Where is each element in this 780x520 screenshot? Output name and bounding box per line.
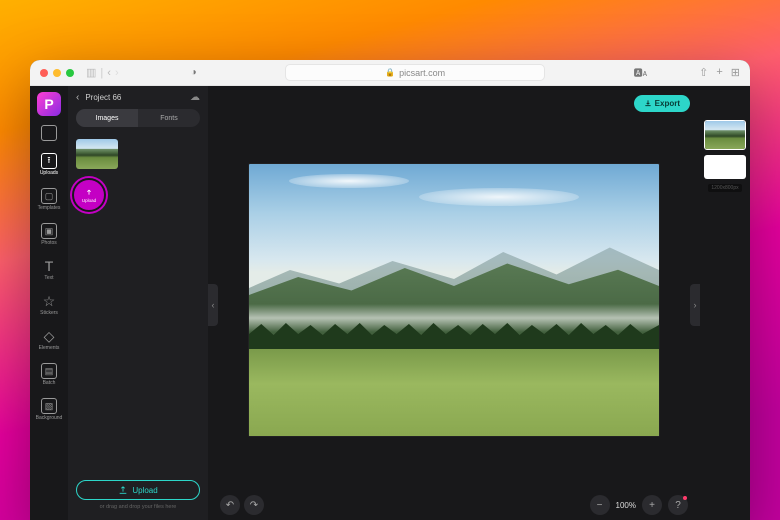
upload-button[interactable]: Upload	[76, 480, 200, 500]
canvas-image[interactable]	[249, 164, 659, 436]
rail-templates[interactable]: ▢Templates	[34, 185, 64, 214]
project-title[interactable]: Project 66	[85, 93, 184, 102]
rail-layout[interactable]	[34, 122, 64, 144]
rail-uploads[interactable]: ⭱Uploads	[34, 150, 64, 179]
close-window-button[interactable]	[40, 69, 48, 77]
translate-icon[interactable]: 🅰ᴀ	[634, 66, 647, 79]
help-button[interactable]: ?	[668, 495, 688, 515]
rail-photos[interactable]: ▣Photos	[34, 220, 64, 249]
back-icon[interactable]: ‹	[76, 92, 79, 103]
address-bar[interactable]: 🔒 picsart.com	[285, 64, 545, 81]
assets-panel: ‹ Project 66 ☁ Images Fonts Upload or dr…	[68, 86, 208, 520]
minimize-window-button[interactable]	[53, 69, 61, 77]
layer-thumbnail-blank[interactable]	[704, 155, 746, 179]
redo-button[interactable]: ↷	[244, 495, 264, 515]
zoom-in-button[interactable]: +	[642, 495, 662, 515]
privacy-shield-icon[interactable]: ◑	[191, 67, 197, 78]
rail-text[interactable]: TText	[34, 255, 64, 284]
tab-overview-icon[interactable]: ⊞	[731, 66, 740, 79]
browser-window: ▥ | ‹ › ◑ 🔒 picsart.com 🅰ᴀ ⇧ + ⊞ P ⭱Uplo…	[30, 60, 750, 520]
new-tab-icon[interactable]: +	[716, 66, 722, 79]
download-icon	[644, 99, 652, 107]
rail-batch[interactable]: ▤Batch	[34, 360, 64, 389]
layer-thumbnail[interactable]	[704, 120, 746, 150]
zoom-window-button[interactable]	[66, 69, 74, 77]
tool-rail: P ⭱Uploads ▢Templates ▣Photos TText ☆Sti…	[30, 86, 68, 520]
upload-fab[interactable]: Upload	[72, 178, 106, 212]
forward-button-icon[interactable]: ›	[115, 67, 119, 79]
sidebar-toggle-icon[interactable]: ▥	[86, 66, 96, 79]
photos-icon: ▣	[41, 223, 57, 239]
asset-tabs: Images Fonts	[76, 109, 200, 127]
zoom-value[interactable]: 100%	[616, 501, 636, 510]
window-controls	[40, 69, 74, 77]
lock-icon: 🔒	[385, 68, 395, 77]
upload-icon	[84, 188, 94, 198]
back-button-icon[interactable]: ‹	[107, 67, 111, 79]
upload-hint: or drag and drop your files here	[100, 504, 177, 510]
uploads-icon: ⭱	[41, 153, 57, 169]
undo-button[interactable]: ↶	[220, 495, 240, 515]
layers-panel: 1200x800px	[700, 86, 750, 520]
rail-background[interactable]: ▧Background	[34, 395, 64, 424]
batch-icon: ▤	[41, 363, 57, 379]
app-logo[interactable]: P	[37, 92, 61, 116]
url-host: picsart.com	[399, 68, 445, 78]
canvas-area: Export ‹ › ↶ ↷ − 100%	[208, 86, 700, 520]
tab-fonts[interactable]: Fonts	[138, 109, 200, 127]
export-button[interactable]: Export	[634, 95, 690, 112]
browser-nav-group: ▥ | ‹ ›	[86, 66, 119, 79]
share-icon[interactable]: ⇧	[699, 66, 708, 79]
tab-images[interactable]: Images	[76, 109, 138, 127]
star-icon: ☆	[41, 293, 57, 309]
layout-icon	[41, 125, 57, 141]
canvas-dimensions: 1200x800px	[708, 184, 741, 192]
text-icon: T	[41, 258, 57, 274]
collapse-right-handle[interactable]: ›	[690, 284, 700, 326]
zoom-out-button[interactable]: −	[590, 495, 610, 515]
asset-thumbnail[interactable]	[76, 139, 118, 169]
cloud-sync-icon[interactable]: ☁	[190, 92, 200, 103]
upload-icon	[118, 485, 128, 495]
editor-app: P ⭱Uploads ▢Templates ▣Photos TText ☆Sti…	[30, 86, 750, 520]
background-icon: ▧	[41, 398, 57, 414]
rail-elements[interactable]: ◇Elements	[34, 325, 64, 354]
browser-toolbar: ▥ | ‹ › ◑ 🔒 picsart.com 🅰ᴀ ⇧ + ⊞	[30, 60, 750, 86]
rail-stickers[interactable]: ☆Stickers	[34, 290, 64, 319]
collapse-left-handle[interactable]: ‹	[208, 284, 218, 326]
templates-icon: ▢	[41, 188, 57, 204]
shapes-icon: ◇	[41, 328, 57, 344]
